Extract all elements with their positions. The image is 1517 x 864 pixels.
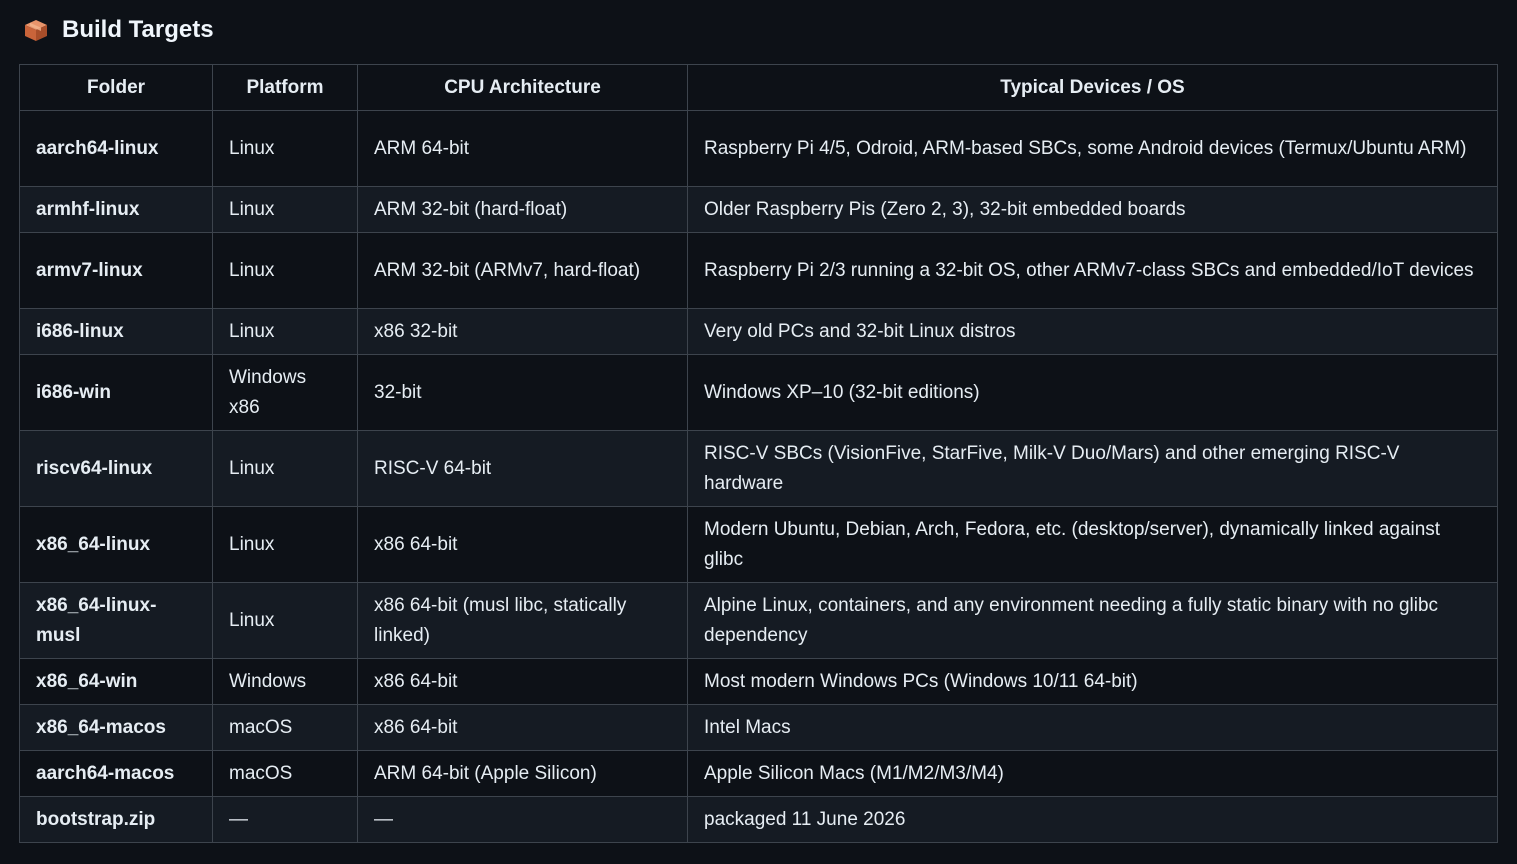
cpu-cell: ARM 32-bit (ARMv7, hard-float) [357,232,688,309]
platform-cell: Linux [212,430,358,507]
table-row: riscv64-linux Linux RISC-V 64-bit RISC-V… [19,430,1498,507]
table-header-row: Folder Platform CPU Architecture Typical… [19,64,1498,111]
table-row: aarch64-macos macOS ARM 64-bit (Apple Si… [19,750,1498,797]
platform-cell: Linux [212,506,358,583]
devices-cell: Windows XP–10 (32-bit editions) [687,354,1498,431]
devices-cell: Intel Macs [687,704,1498,751]
devices-cell: Raspberry Pi 2/3 running a 32-bit OS, ot… [687,232,1498,309]
folder-cell: riscv64-linux [19,430,213,507]
platform-cell: Linux [212,308,358,355]
cpu-cell: x86 64-bit [357,704,688,751]
table-row: bootstrap.zip — — packaged 11 June 2026 [19,796,1498,843]
platform-cell: macOS [212,750,358,797]
folder-cell: armhf-linux [19,186,213,233]
platform-cell: Linux [212,186,358,233]
build-targets-table: Folder Platform CPU Architecture Typical… [19,64,1498,843]
folder-cell: armv7-linux [19,232,213,309]
cpu-cell: RISC-V 64-bit [357,430,688,507]
platform-cell: Linux [212,582,358,659]
platform-cell: Windows [212,658,358,705]
folder-cell: aarch64-macos [19,750,213,797]
devices-cell: Modern Ubuntu, Debian, Arch, Fedora, etc… [687,506,1498,583]
platform-cell: Windows x86 [212,354,358,431]
folder-cell: x86_64-linux-musl [19,582,213,659]
devices-cell: Alpine Linux, containers, and any enviro… [687,582,1498,659]
table-row: armv7-linux Linux ARM 32-bit (ARMv7, har… [19,232,1498,309]
table-row: x86_64-win Windows x86 64-bit Most moder… [19,658,1498,705]
column-header-folder: Folder [19,64,213,111]
devices-cell: Most modern Windows PCs (Windows 10/11 6… [687,658,1498,705]
cpu-cell: — [357,796,688,843]
section-heading: Build Targets [22,12,214,48]
cpu-cell: x86 64-bit [357,506,688,583]
folder-cell: i686-linux [19,308,213,355]
folder-cell: x86_64-win [19,658,213,705]
cpu-cell: x86 64-bit (musl libc, statically linked… [357,582,688,659]
devices-cell: RISC-V SBCs (VisionFive, StarFive, Milk-… [687,430,1498,507]
column-header-typical-devices: Typical Devices / OS [687,64,1498,111]
devices-cell: Older Raspberry Pis (Zero 2, 3), 32-bit … [687,186,1498,233]
cpu-cell: ARM 64-bit (Apple Silicon) [357,750,688,797]
platform-cell: Linux [212,232,358,309]
table-row: x86_64-linux-musl Linux x86 64-bit (musl… [19,582,1498,659]
folder-cell: bootstrap.zip [19,796,213,843]
folder-cell: x86_64-macos [19,704,213,751]
cpu-cell: 32-bit [357,354,688,431]
table-row: i686-win Windows x86 32-bit Windows XP–1… [19,354,1498,431]
platform-cell: — [212,796,358,843]
table-row: i686-linux Linux x86 32-bit Very old PCs… [19,308,1498,355]
column-header-platform: Platform [212,64,358,111]
cpu-cell: x86 64-bit [357,658,688,705]
platform-cell: Linux [212,110,358,187]
table-row: aarch64-linux Linux ARM 64-bit Raspberry… [19,110,1498,187]
cpu-cell: x86 32-bit [357,308,688,355]
folder-cell: i686-win [19,354,213,431]
table-row: x86_64-linux Linux x86 64-bit Modern Ubu… [19,506,1498,583]
devices-cell: packaged 11 June 2026 [687,796,1498,843]
column-header-cpu-architecture: CPU Architecture [357,64,688,111]
folder-cell: aarch64-linux [19,110,213,187]
table-row: x86_64-macos macOS x86 64-bit Intel Macs [19,704,1498,751]
devices-cell: Raspberry Pi 4/5, Odroid, ARM-based SBCs… [687,110,1498,187]
devices-cell: Very old PCs and 32-bit Linux distros [687,308,1498,355]
table-row: armhf-linux Linux ARM 32-bit (hard-float… [19,186,1498,233]
devices-cell: Apple Silicon Macs (M1/M2/M3/M4) [687,750,1498,797]
section-title: Build Targets [62,16,214,43]
platform-cell: macOS [212,704,358,751]
cpu-cell: ARM 32-bit (hard-float) [357,186,688,233]
cpu-cell: ARM 64-bit [357,110,688,187]
build-targets-table-container: Folder Platform CPU Architecture Typical… [19,64,1498,843]
package-box-icon [22,16,50,44]
folder-cell: x86_64-linux [19,506,213,583]
